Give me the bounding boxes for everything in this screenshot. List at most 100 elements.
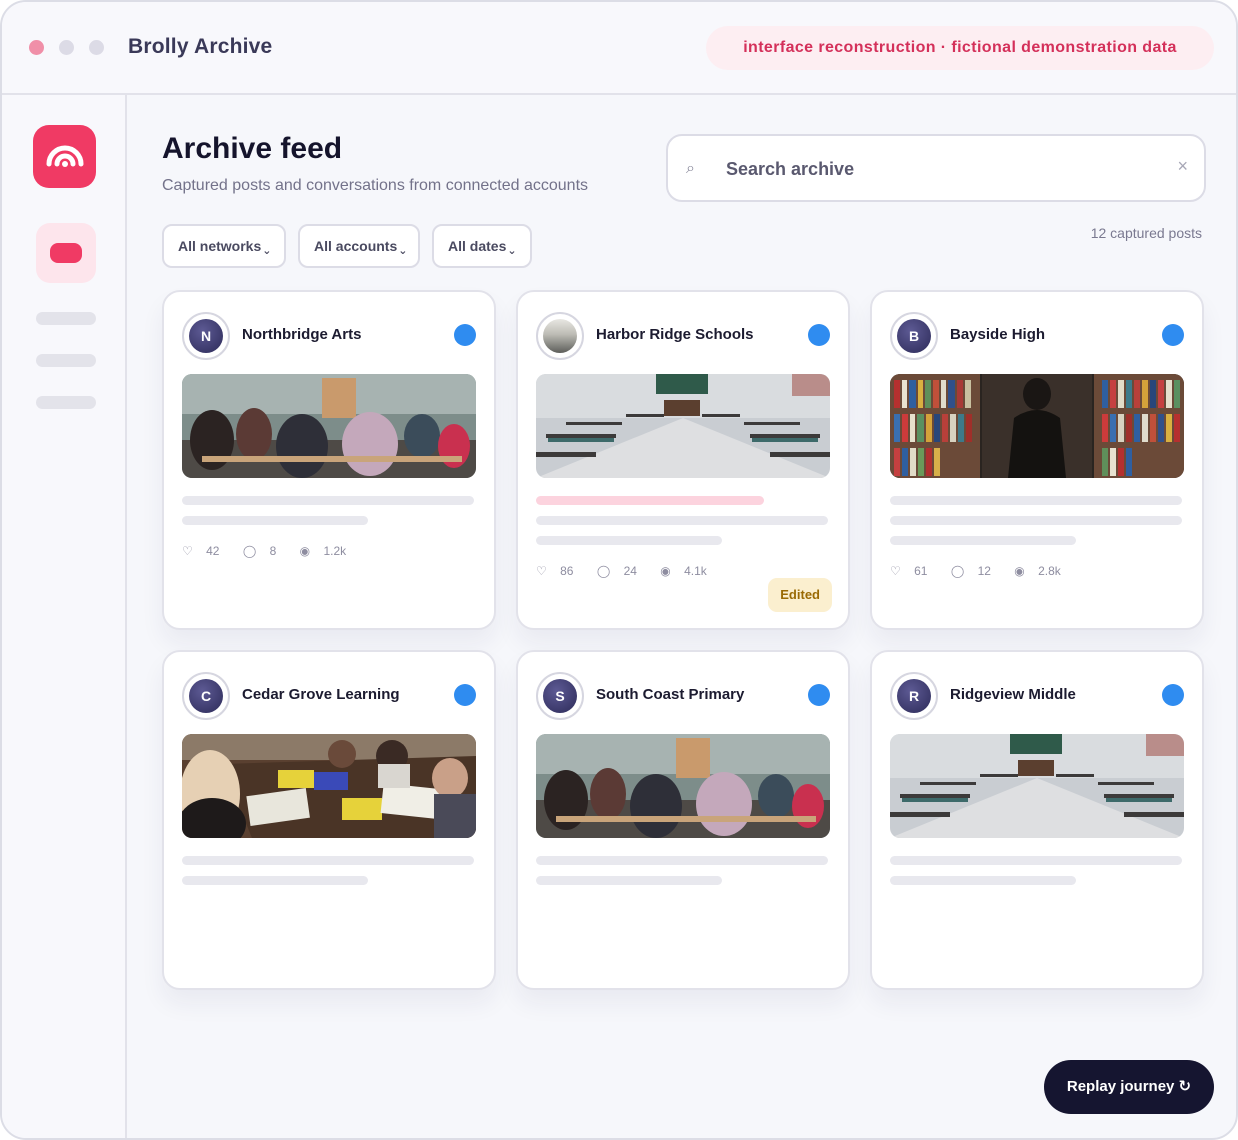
demo-banner: interface reconstruction · fictional dem… [706,26,1214,70]
post-card[interactable]: Harbor Ridge Schools ♡ 86 ◯ 24 ◉ 4.1k Ed… [516,290,850,630]
comment-icon: ◯ [950,564,965,578]
maximize-window-icon[interactable] [89,40,104,55]
avatar: R [890,672,938,720]
chevron-down-icon: ⌄ [398,245,408,257]
page-title: Archive feed [162,132,343,165]
avatar [536,312,584,360]
views-stat[interactable]: ◉ 4.1k [660,564,717,578]
network-indicator-icon [1162,324,1184,346]
text-placeholder [182,856,474,865]
eye-icon: ◉ [660,564,671,578]
text-placeholder [536,536,722,545]
text-placeholder [182,876,368,885]
sidebar-item-placeholder[interactable] [36,354,96,367]
replay-journey-button[interactable]: Replay journey ↻ [1044,1060,1214,1114]
post-image-library[interactable] [890,374,1184,478]
post-card[interactable]: R Ridgeview Middle [870,650,1204,990]
engagement-stats: ♡ 42 ◯ 8 ◉ 1.2k [182,544,366,558]
archive-pill-icon [50,243,82,263]
network-indicator-icon [1162,684,1184,706]
text-placeholder [182,516,368,525]
search-input[interactable] [726,156,1146,182]
edited-badge: Edited [768,578,832,612]
post-count: 12 captured posts [1090,225,1202,241]
clear-search-icon[interactable]: × [1177,156,1188,177]
likes-stat[interactable]: ♡ 42 [182,544,229,558]
filter-accounts[interactable]: All accounts⌄ [298,224,420,268]
close-window-icon[interactable] [29,40,44,55]
minimize-window-icon[interactable] [59,40,74,55]
likes-stat[interactable]: ♡ 86 [536,564,583,578]
avatar-initial: S [543,679,577,713]
account-name: Bayside High [950,326,1046,343]
network-indicator-icon [808,324,830,346]
sidebar [2,95,127,1138]
sidebar-item-placeholder[interactable] [36,396,96,409]
avatar-initial: B [897,319,931,353]
umbrella-arc-icon [46,145,84,167]
comments-stat[interactable]: ◯ 24 [597,564,647,578]
views-stat[interactable]: ◉ 1.2k [300,544,357,558]
text-placeholder [890,856,1182,865]
post-image-classroom[interactable] [182,374,476,478]
account-name: Harbor Ridge Schools [596,326,754,343]
chevron-down-icon: ⌄ [507,245,517,257]
highlight-placeholder [536,496,764,505]
text-placeholder [890,876,1076,885]
sidebar-item-archive[interactable] [36,223,96,283]
text-placeholder [536,856,828,865]
title-bar: Brolly Archive interface reconstruction … [2,2,1236,95]
sidebar-item-placeholder[interactable] [36,312,96,325]
filter-label: All networks [178,238,262,254]
page-subtitle: Captured posts and conversations from co… [162,177,589,194]
network-indicator-icon [808,684,830,706]
filter-label: All dates [448,238,507,254]
filter-networks[interactable]: All networks⌄ [162,224,286,268]
avatar-photo [543,319,577,353]
post-image-empty-classroom[interactable] [536,374,830,478]
text-placeholder [890,496,1182,505]
avatar-initial: R [897,679,931,713]
search-icon: ⌕ [686,160,695,177]
heart-icon: ♡ [182,544,193,558]
brand-logo[interactable] [33,125,96,188]
avatar: S [536,672,584,720]
eye-icon: ◉ [299,544,311,558]
post-image-craft-table[interactable] [182,734,476,838]
text-placeholder [890,536,1076,545]
post-image-empty-classroom[interactable] [890,734,1184,838]
app-title: Brolly Archive [128,35,273,58]
likes-stat[interactable]: ♡ 61 [890,564,937,578]
post-card[interactable]: B Bayside High ♡ 61 ◯ 12 ◉ 2.8k [870,290,1204,630]
post-card[interactable]: C Cedar Grove Learning [162,650,496,990]
post-card[interactable]: S South Coast Primary [516,650,850,990]
avatar: C [182,672,230,720]
post-image-classroom[interactable] [536,734,830,838]
comments-stat[interactable]: ◯ 8 [243,544,286,558]
post-card[interactable]: N Northbridge Arts ♡ 42 ◯ 8 ◉ 1.2k [162,290,496,630]
text-placeholder [536,876,722,885]
avatar: N [182,312,230,360]
comment-icon: ◯ [596,564,611,578]
text-placeholder [536,516,828,525]
comment-icon: ◯ [242,544,257,558]
avatar: B [890,312,938,360]
engagement-stats: ♡ 86 ◯ 24 ◉ 4.1k [536,564,727,578]
app-window: Brolly Archive interface reconstruction … [0,0,1238,1140]
account-name: South Coast Primary [596,686,745,703]
heart-icon: ♡ [536,564,547,578]
avatar-initial: C [189,679,223,713]
comments-stat[interactable]: ◯ 12 [951,564,1001,578]
account-name: Cedar Grove Learning [242,686,400,703]
network-indicator-icon [454,684,476,706]
account-name: Northbridge Arts [242,326,362,343]
chevron-down-icon: ⌄ [262,245,272,257]
search-box: ⌕ × [666,134,1206,202]
network-indicator-icon [454,324,476,346]
views-stat[interactable]: ◉ 2.8k [1014,564,1071,578]
filter-label: All accounts [314,238,398,254]
text-placeholder [182,496,474,505]
filter-dates[interactable]: All dates⌄ [432,224,532,268]
avatar-initial: N [189,319,223,353]
engagement-stats: ♡ 61 ◯ 12 ◉ 2.8k [890,564,1081,578]
